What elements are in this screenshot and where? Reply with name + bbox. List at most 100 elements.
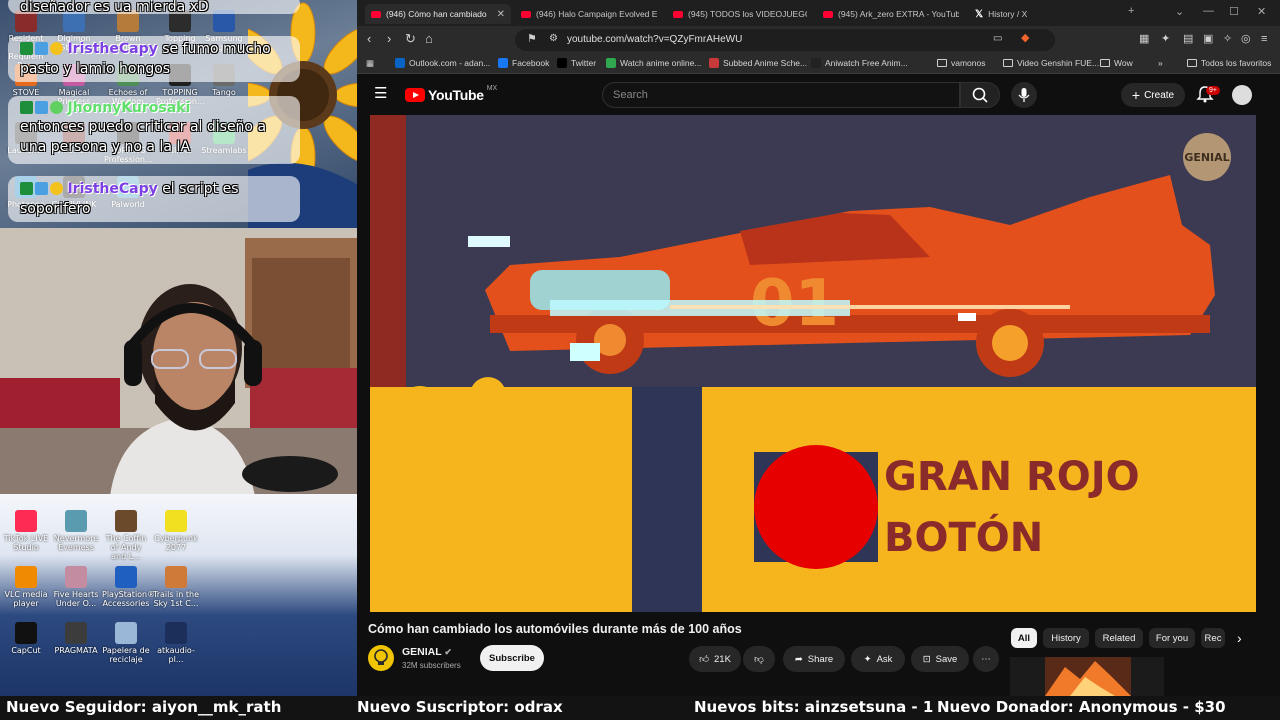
create-button[interactable]: + Create bbox=[1121, 83, 1185, 107]
more-actions-button[interactable]: ⋯ bbox=[973, 646, 999, 672]
desktop-icon-label: PlayStation® Accessories bbox=[102, 590, 156, 608]
browser-tab[interactable]: (946) Halo Campaign Evolved Ex bbox=[515, 4, 663, 24]
chevron-down-icon[interactable]: ⌄ bbox=[1175, 5, 1184, 18]
brave-shield-icon[interactable]: ◆ bbox=[1021, 31, 1029, 45]
voice-search-button[interactable] bbox=[1011, 82, 1037, 108]
chat-badges bbox=[20, 42, 63, 56]
vpn-icon[interactable]: ◎ bbox=[1241, 32, 1251, 46]
video-player[interactable]: 01 GENIAL GRAN ROJO BOTÓN bbox=[370, 115, 1256, 612]
bookmark-folder[interactable]: vamonos bbox=[937, 58, 986, 68]
extension-icon[interactable]: ▦ bbox=[1139, 32, 1149, 46]
bookmark-item[interactable]: Facebook bbox=[498, 58, 549, 68]
bookmark-item[interactable]: Watch anime online... bbox=[606, 58, 701, 68]
folder-icon bbox=[1100, 59, 1110, 67]
account-avatar[interactable] bbox=[1232, 85, 1252, 105]
desktop-icon[interactable]: Cyberpunk 2077 bbox=[152, 510, 200, 552]
back-icon[interactable]: ‹ bbox=[367, 32, 371, 46]
webcam-feed bbox=[0, 228, 357, 496]
menu-icon[interactable]: ≡ bbox=[1261, 32, 1267, 46]
wallet-icon[interactable]: ▣ bbox=[1203, 32, 1213, 46]
chat-message-1: diseñador es ua mierda xD bbox=[8, 0, 300, 15]
recommended-video-thumbnail[interactable] bbox=[1010, 657, 1164, 696]
channel-name[interactable]: GENIAL ✔ bbox=[402, 646, 452, 658]
bookmark-icon[interactable]: ⚑ bbox=[527, 32, 537, 46]
bookmark-item[interactable]: Aniwatch Free Anim... bbox=[811, 58, 908, 68]
leo-icon[interactable]: ✧ bbox=[1223, 32, 1232, 46]
desktop-icon[interactable]: VLC media player bbox=[2, 566, 50, 608]
home-icon[interactable]: ⌂ bbox=[425, 32, 433, 46]
desktop-icon[interactable]: Nevermore Evemess bbox=[52, 510, 100, 552]
subscriber-count: 32M subscribers bbox=[402, 661, 461, 670]
reload-icon[interactable]: ↻ bbox=[405, 32, 416, 46]
filter-chip[interactable]: Rec bbox=[1201, 628, 1225, 648]
browser-tab[interactable]: 𝕏 History / X bbox=[969, 4, 1109, 24]
close-tab-icon[interactable]: ✕ bbox=[497, 9, 505, 20]
address-bar[interactable]: ⚑ ⚙ youtube.com/watch?v=QZyFmrAHeWU ▭ ◆ bbox=[515, 29, 1055, 51]
app-icon bbox=[65, 566, 87, 588]
filter-chip[interactable]: History bbox=[1043, 628, 1089, 648]
desktop-icon-label: atkaudio-pl... bbox=[157, 646, 195, 664]
desktop-icon[interactable]: The Coffin of Andy and L... bbox=[102, 510, 150, 561]
desktop-icon-label: PRAGMATA bbox=[54, 646, 98, 655]
bookmark-label: vamonos bbox=[951, 58, 986, 68]
share-button[interactable]: ➦ Share bbox=[783, 646, 845, 672]
desktop-icon[interactable]: Five Hearts Under O... bbox=[52, 566, 100, 608]
bookmark-item[interactable]: Outlook.com - adan... bbox=[395, 58, 490, 68]
desktop-icon[interactable]: atkaudio-pl... bbox=[152, 622, 200, 664]
url-text[interactable]: youtube.com/watch?v=QZyFmrAHeWU bbox=[567, 34, 742, 45]
bookmark-folder[interactable]: Todos los favoritos bbox=[1187, 58, 1271, 68]
bookmark-favicon-icon bbox=[811, 58, 821, 68]
filter-chip[interactable]: For you bbox=[1149, 628, 1195, 648]
desktop-icon[interactable]: PRAGMATA bbox=[52, 622, 100, 655]
desktop-icon[interactable]: TikTok LIVE Studio bbox=[2, 510, 50, 552]
filter-chip[interactable]: All bbox=[1011, 628, 1037, 648]
bookmark-folder[interactable]: Video Genshin FUE... bbox=[1003, 58, 1099, 68]
bookmark-save-icon: ⊡ bbox=[922, 653, 931, 665]
hamburger-menu-icon[interactable]: ☰ bbox=[374, 86, 387, 101]
bookmark-label: Video Genshin FUE... bbox=[1017, 58, 1100, 68]
apps-grid-icon[interactable]: ▦ bbox=[366, 58, 374, 69]
puzzle-icon[interactable]: ✦ bbox=[1161, 32, 1170, 46]
search-icon bbox=[972, 87, 988, 103]
dislike-button[interactable]: 👎︎ bbox=[743, 646, 775, 672]
maximize-icon[interactable]: ☐ bbox=[1229, 5, 1239, 18]
channel-avatar[interactable] bbox=[368, 645, 394, 671]
ask-button[interactable]: ✦ Ask bbox=[851, 646, 905, 672]
desktop-icon[interactable]: CapCut bbox=[2, 622, 50, 655]
more-bookmarks-icon[interactable]: » bbox=[1158, 58, 1163, 68]
bookmark-favicon-icon bbox=[606, 58, 616, 68]
stream-overlay: Resident Evil Requiem Re...Digimon Story… bbox=[0, 0, 357, 696]
create-label: Create bbox=[1144, 89, 1175, 101]
bookmark-item[interactable]: Twitter bbox=[557, 58, 596, 68]
browser-tab[interactable]: (945) Ark_zero EXTRA - YouTube bbox=[817, 4, 965, 24]
search-input[interactable]: Search bbox=[602, 82, 960, 108]
desktop-icon[interactable]: Papelera de reciclaje bbox=[102, 622, 150, 664]
ask-label: Ask bbox=[876, 653, 893, 665]
bookmark-favicon-icon bbox=[557, 58, 567, 68]
minimize-icon[interactable]: — bbox=[1203, 5, 1214, 17]
forward-icon[interactable]: › bbox=[387, 32, 391, 46]
browser-tab[interactable]: (946) Cómo han cambiado ✕ bbox=[365, 4, 511, 24]
youtube-favicon-icon bbox=[823, 10, 833, 18]
app-icon bbox=[15, 510, 37, 532]
new-tab-icon[interactable]: + bbox=[1128, 5, 1134, 17]
search-placeholder: Search bbox=[613, 89, 648, 101]
browser-window: (946) Cómo han cambiado ✕ (946) Halo Campa… bbox=[357, 0, 1280, 696]
filter-chip[interactable]: Related bbox=[1095, 628, 1143, 648]
sidebar-icon[interactable]: ▤ bbox=[1183, 32, 1193, 46]
bookmark-folder[interactable]: Wow bbox=[1100, 58, 1133, 68]
youtube-logo[interactable]: YouTube MX bbox=[405, 85, 497, 103]
site-settings-icon[interactable]: ⚙ bbox=[549, 32, 558, 46]
close-window-icon[interactable]: ✕ bbox=[1257, 5, 1266, 18]
cast-icon[interactable]: ▭ bbox=[993, 32, 1002, 46]
save-label: Save bbox=[935, 653, 958, 665]
browser-tab[interactable]: (945) TODOS los VIDEOJUEGO bbox=[667, 4, 813, 24]
save-button[interactable]: ⊡ Save bbox=[911, 646, 969, 672]
like-button[interactable]: 👍︎ 21K bbox=[689, 646, 741, 672]
subscribe-button[interactable]: Subscribe bbox=[480, 645, 544, 671]
search-button[interactable] bbox=[960, 82, 1000, 108]
chevron-right-icon[interactable]: › bbox=[1237, 630, 1242, 646]
desktop-icon[interactable]: PlayStation® Accessories bbox=[102, 566, 155, 608]
bookmark-item[interactable]: Subbed Anime Sche... bbox=[709, 58, 807, 68]
desktop-icon[interactable]: Trails in the Sky 1st C... bbox=[152, 566, 200, 608]
